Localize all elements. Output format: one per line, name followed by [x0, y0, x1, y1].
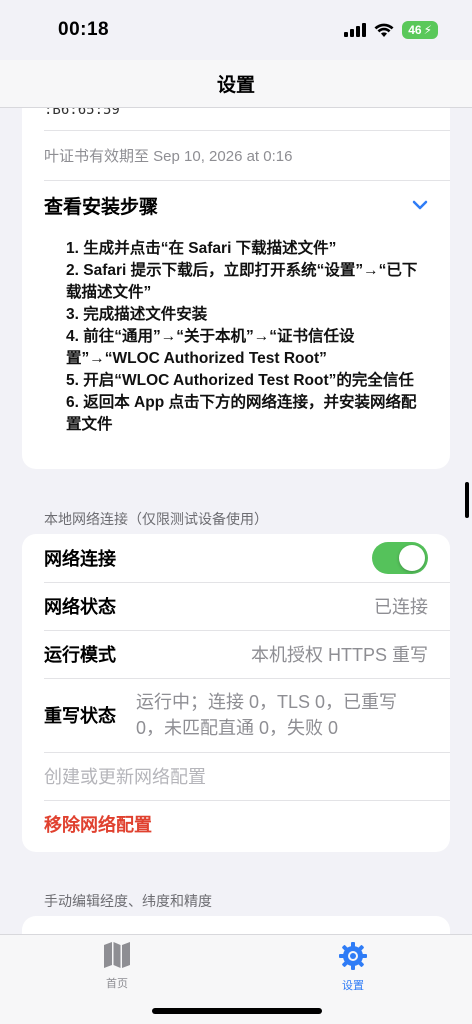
tab-settings-label: 设置 — [342, 980, 364, 992]
manual-section-header: 手动编辑经度、纬度和精度 — [44, 893, 212, 909]
install-step: 6. 返回本 App 点击下方的网络连接，并安装网络配置文件 — [66, 394, 417, 433]
install-step: 1. 生成并点击“在 Safari 下载描述文件” — [66, 240, 337, 257]
install-steps-list: 1. 生成并点击“在 Safari 下载描述文件” 2. Safari 提示下载… — [22, 230, 450, 436]
tab-home-label: 首页 — [106, 978, 128, 990]
fingerprint-row: :B6:65:59 — [22, 108, 450, 130]
fingerprint-value: :B6:65:59 — [44, 108, 120, 118]
certificate-card: :B6:65:59 叶证书有效期至 Sep 10, 2026 at 0:16 查… — [22, 108, 450, 469]
rewrite-status-row: 重写状态 运行中；连接 0，TLS 0，已重写 0，未匹配直通 0，失败 0 — [22, 678, 450, 752]
network-status-row: 网络状态 已连接 — [22, 582, 450, 630]
create-config-label: 创建或更新网络配置 — [44, 767, 206, 787]
install-step: 4. 前往“通用”→“关于本机”→“证书信任设置”→“WLOC Authoriz… — [66, 328, 355, 367]
remove-config-button[interactable]: 移除网络配置 — [22, 800, 450, 848]
gear-icon — [339, 942, 367, 970]
wifi-icon — [374, 23, 394, 37]
run-mode-label: 运行模式 — [44, 645, 116, 665]
status-icons: 46 ⚡ — [344, 21, 438, 39]
chevron-down-icon — [412, 200, 428, 210]
battery-icon: 46 ⚡ — [402, 21, 438, 39]
battery-level: 46 — [408, 23, 422, 37]
page-title: 设置 — [216, 75, 255, 96]
install-step: 2. Safari 提示下载后，立即打开系统“设置”→“已下载描述文件” — [66, 262, 418, 301]
network-connection-row: 网络连接 — [22, 534, 450, 582]
network-card: 网络连接 网络状态 已连接 运行模式 本机授权 HTTPS 重写 重写状态 运行… — [22, 534, 450, 852]
charging-bolt-icon: ⚡ — [423, 23, 432, 37]
map-icon — [104, 942, 130, 968]
network-status-value: 已连接 — [374, 597, 428, 617]
remove-config-label: 移除网络配置 — [44, 815, 152, 835]
network-connection-toggle[interactable] — [372, 542, 428, 574]
expiry-row: 叶证书有效期至 Sep 10, 2026 at 0:16 — [22, 130, 450, 180]
settings-scroll-view[interactable]: :B6:65:59 叶证书有效期至 Sep 10, 2026 at 0:16 查… — [0, 108, 472, 934]
network-connection-label: 网络连接 — [44, 549, 116, 569]
run-mode-row: 运行模式 本机授权 HTTPS 重写 — [22, 630, 450, 678]
navigation-bar: 设置 — [0, 60, 472, 108]
expiry-text: 叶证书有效期至 Sep 10, 2026 at 0:16 — [44, 147, 293, 165]
install-steps-title: 查看安装步骤 — [44, 196, 159, 218]
run-mode-value: 本机授权 HTTPS 重写 — [250, 645, 428, 665]
create-config-button[interactable]: 创建或更新网络配置 — [22, 752, 450, 800]
status-bar: 00:18 46 ⚡ — [0, 0, 472, 60]
network-status-label: 网络状态 — [44, 597, 116, 617]
status-time: 00:18 — [58, 19, 110, 40]
tab-home[interactable]: 首页 — [77, 941, 157, 991]
network-section-header: 本地网络连接（仅限测试设备使用） — [44, 511, 268, 527]
signal-icon — [344, 23, 367, 37]
install-step: 3. 完成描述文件安装 — [66, 306, 208, 323]
scroll-indicator[interactable] — [465, 482, 469, 518]
install-steps-toggle[interactable]: 查看安装步骤 — [22, 180, 450, 230]
rewrite-status-label: 重写状态 — [44, 706, 116, 726]
manual-edit-card — [22, 916, 450, 934]
home-indicator — [152, 1008, 322, 1014]
install-step: 5. 开启“WLOC Authorized Test Root”的完全信任 — [66, 372, 414, 389]
tab-settings[interactable]: 设置 — [313, 941, 393, 993]
rewrite-status-value: 运行中；连接 0，TLS 0，已重写 0，未匹配直通 0，失败 0 — [136, 692, 398, 738]
